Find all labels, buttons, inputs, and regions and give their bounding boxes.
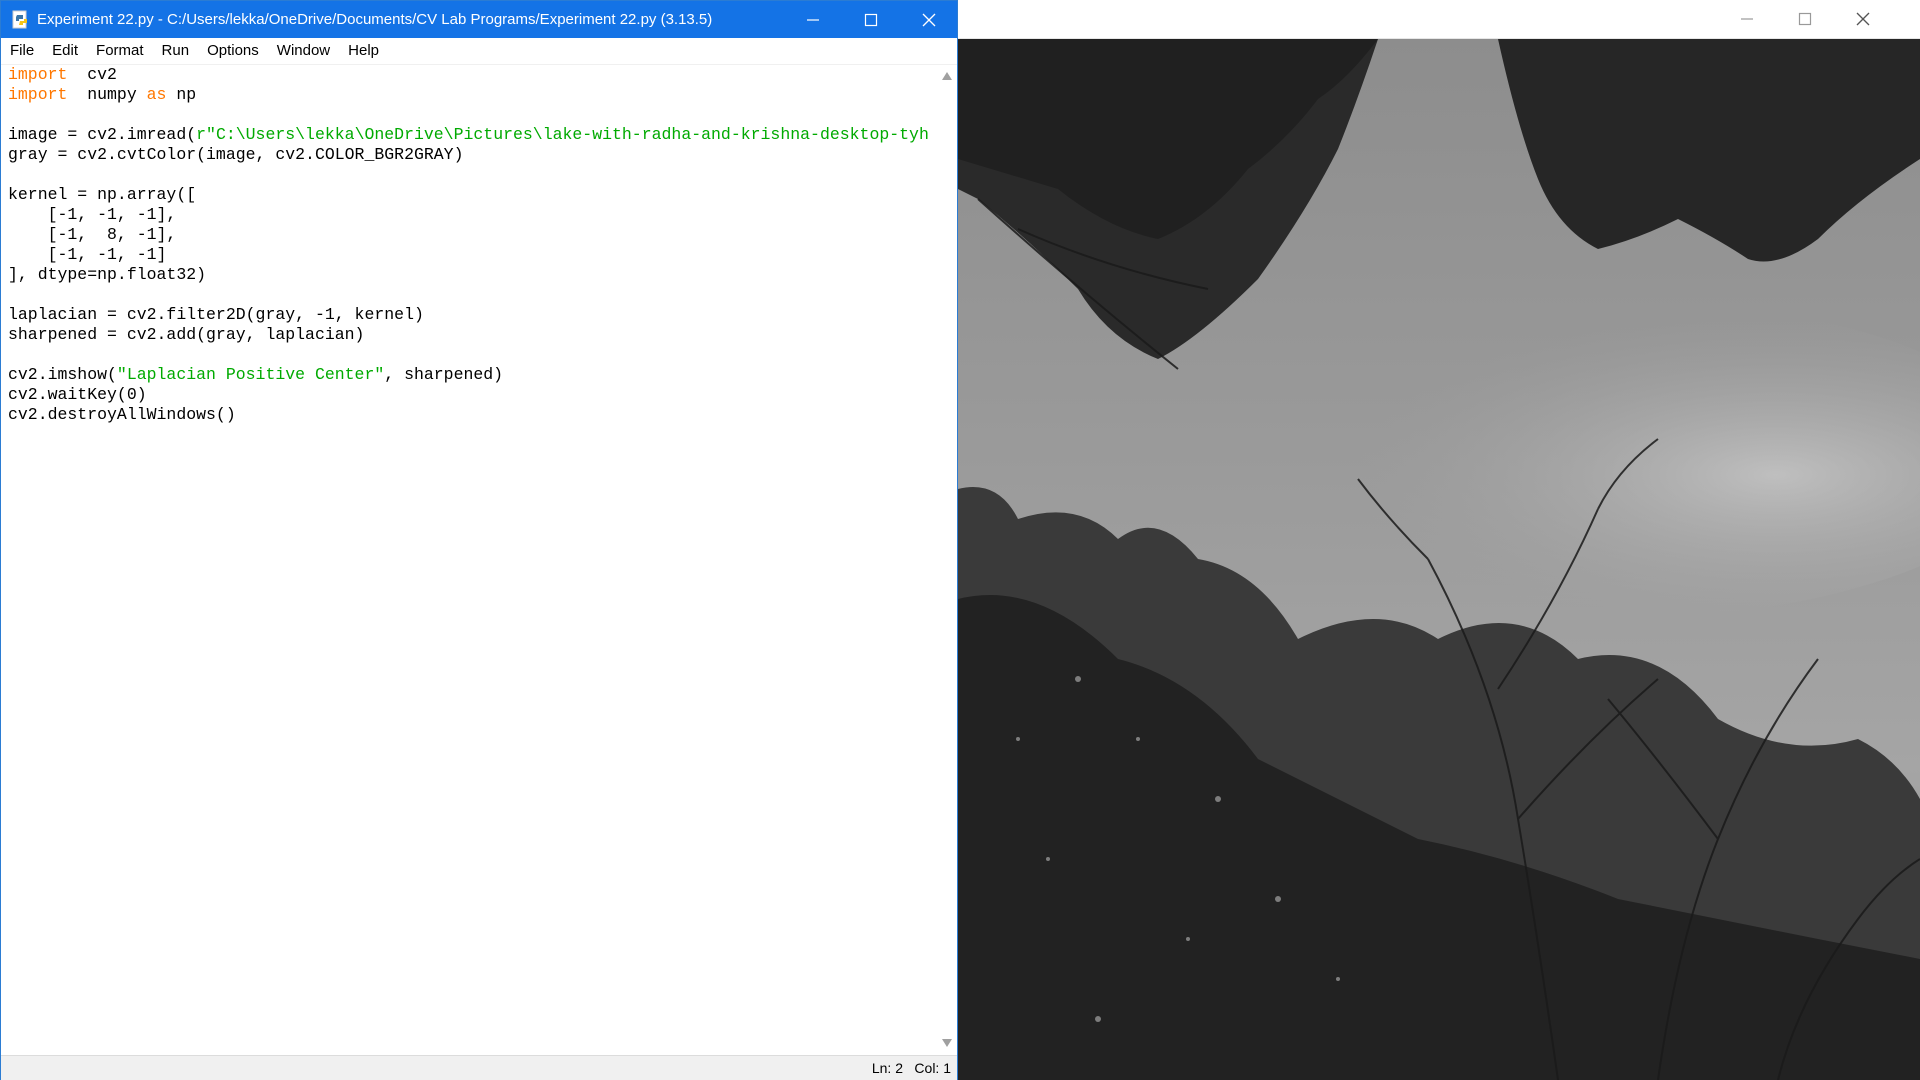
code-keyword: import xyxy=(8,65,68,84)
window-title: Experiment 22.py - C:/Users/lekka/OneDri… xyxy=(37,11,713,28)
cv-titlebar[interactable] xyxy=(958,0,1920,39)
code-token: cv2 xyxy=(67,65,117,84)
code-token: cv2.imshow( xyxy=(8,365,117,384)
menu-format[interactable]: Format xyxy=(87,38,153,64)
cv-close-button[interactable] xyxy=(1834,0,1892,38)
close-icon xyxy=(1856,12,1870,26)
code-line[interactable]: sharpened = cv2.add(gray, laplacian) xyxy=(8,325,929,345)
menu-bar: File Edit Format Run Options Window Help xyxy=(1,38,957,65)
menu-options[interactable]: Options xyxy=(198,38,268,64)
sharpened-image xyxy=(958,39,1920,1080)
code-keyword: import xyxy=(8,85,68,104)
scroll-down-icon[interactable] xyxy=(942,1039,952,1047)
code-token: cv2.destroyAllWindows() xyxy=(8,405,236,424)
cv-minimize-button[interactable] xyxy=(1718,0,1776,38)
idle-editor-window: Experiment 22.py - C:/Users/lekka/OneDri… xyxy=(0,0,958,1080)
grayscale-trees-image xyxy=(958,39,1920,1080)
code-token: ], dtype=np.float32) xyxy=(8,265,207,284)
code-line[interactable]: ], dtype=np.float32) xyxy=(8,265,929,285)
code-token: cv2.waitKey(0) xyxy=(8,385,147,404)
python-file-icon xyxy=(12,10,27,29)
close-button[interactable] xyxy=(900,1,958,38)
code-line[interactable]: gray = cv2.cvtColor(image, cv2.COLOR_BGR… xyxy=(8,145,929,165)
menu-run[interactable]: Run xyxy=(153,38,199,64)
minimize-icon xyxy=(807,18,819,21)
menu-file[interactable]: File xyxy=(1,38,43,64)
cv-maximize-button[interactable] xyxy=(1776,0,1834,38)
code-line[interactable]: [-1, 8, -1], xyxy=(8,225,929,245)
code-line[interactable]: cv2.imshow("Laplacian Positive Center", … xyxy=(8,365,929,385)
close-icon xyxy=(922,13,936,26)
maximize-icon xyxy=(1798,12,1812,26)
code-line[interactable]: image = cv2.imread(r"C:\Users\lekka\OneD… xyxy=(8,125,929,145)
code-line[interactable]: [-1, -1, -1], xyxy=(8,205,929,225)
code-line[interactable]: [-1, -1, -1] xyxy=(8,245,929,265)
code-line[interactable]: laplacian = cv2.filter2D(gray, -1, kerne… xyxy=(8,305,929,325)
maximize-icon xyxy=(864,13,878,26)
code-line[interactable] xyxy=(8,285,929,305)
opencv-image-window xyxy=(958,0,1920,1080)
code-token: [-1, 8, -1], xyxy=(8,225,177,244)
minimize-icon xyxy=(1741,18,1753,20)
menu-help[interactable]: Help xyxy=(339,38,388,64)
code-editor[interactable]: import cv2 import numpy as np image = cv2.… xyxy=(1,65,937,1055)
code-token: numpy xyxy=(67,85,147,104)
menu-edit[interactable]: Edit xyxy=(43,38,87,64)
code-string: "Laplacian Positive Center" xyxy=(116,365,385,384)
code-line[interactable]: import cv2 xyxy=(8,65,929,85)
vertical-scrollbar[interactable] xyxy=(938,65,957,1055)
status-bar: Ln: 2 Col: 1 xyxy=(1,1055,957,1080)
menu-window[interactable]: Window xyxy=(268,38,339,64)
code-line[interactable] xyxy=(8,165,929,185)
scroll-up-icon[interactable] xyxy=(942,72,952,80)
code-token: , sharpened) xyxy=(384,365,504,384)
code-token: np xyxy=(166,85,197,104)
code-line[interactable]: kernel = np.array([ xyxy=(8,185,929,205)
minimize-button[interactable] xyxy=(784,1,842,38)
code-token: laplacian = cv2.filter2D(gray, -1, kerne… xyxy=(8,305,424,324)
code-line[interactable] xyxy=(8,105,929,125)
maximize-button[interactable] xyxy=(842,1,900,38)
code-text[interactable]: import cv2 import numpy as np image = cv2.… xyxy=(8,65,929,425)
idle-titlebar[interactable]: Experiment 22.py - C:/Users/lekka/OneDri… xyxy=(1,1,957,38)
code-token: [-1, -1, -1], xyxy=(8,205,177,224)
code-line[interactable]: cv2.waitKey(0) xyxy=(8,385,929,405)
code-string: r"C:\Users\lekka\OneDrive\Pictures\lake-… xyxy=(196,125,929,144)
code-line[interactable]: cv2.destroyAllWindows() xyxy=(8,405,929,425)
code-keyword: as xyxy=(146,85,167,104)
status-line-number: Ln: 2 xyxy=(871,1060,903,1076)
code-token: image = cv2.imread( xyxy=(8,125,197,144)
code-token: [-1, -1, -1] xyxy=(8,245,167,264)
code-token: kernel = np.array([ xyxy=(8,185,197,204)
code-line[interactable]: import numpy as np xyxy=(8,85,929,105)
status-column-number: Col: 1 xyxy=(914,1060,951,1076)
code-token: gray = cv2.cvtColor(image, cv2.COLOR_BGR… xyxy=(8,145,464,164)
code-token: sharpened = cv2.add(gray, laplacian) xyxy=(8,325,365,344)
code-line[interactable] xyxy=(8,345,929,365)
